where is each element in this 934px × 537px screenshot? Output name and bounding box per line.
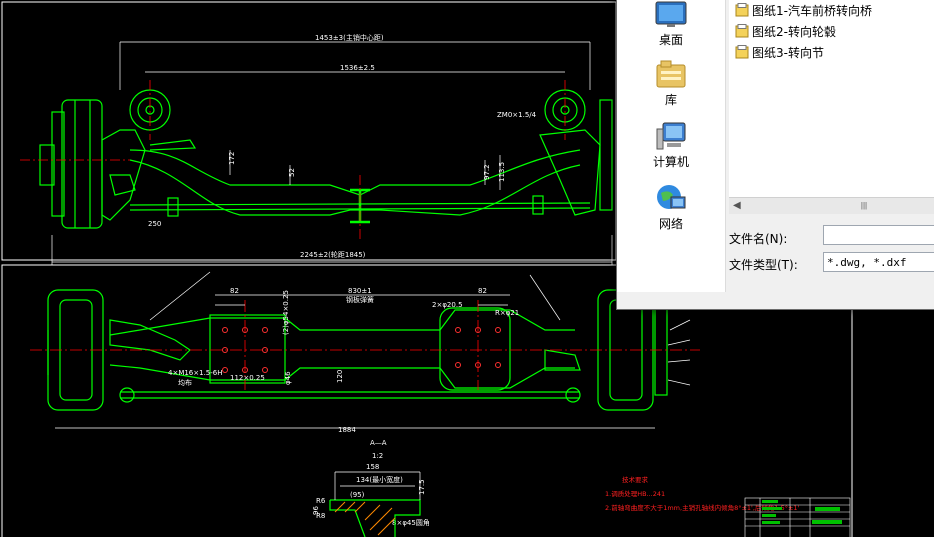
file-open-dialog: 桌面 库 计算机 网络 图纸1-汽车前桥转向桥 图纸2-转向轮毂 图纸3-转向节… (616, 0, 934, 310)
scroll-thumb-grip-icon[interactable]: ||| (849, 201, 879, 211)
dim-97: 97.2 (483, 164, 491, 180)
dim-plan-phi: φ46 (284, 371, 292, 385)
place-desktop[interactable]: 桌面 (617, 1, 725, 48)
network-icon (657, 185, 686, 209)
section-d134: 134(最小宽度) (356, 475, 403, 484)
dim-plan-hole: 2×φ20.5 (432, 301, 463, 309)
section-name: A—A (370, 439, 387, 447)
place-library[interactable]: 库 (617, 59, 725, 108)
dim-plan-830-note: 钢板弹簧 (346, 295, 374, 304)
section-d158: 158 (366, 463, 379, 471)
dwg-file-icon (735, 24, 749, 38)
dim-plan-bolt: 4×M16×1.5-6H (168, 369, 223, 377)
dim-plan-112: 112×0.25 (230, 374, 265, 382)
computer-icon (656, 122, 686, 150)
file-item[interactable]: 图纸2-转向轮毂 (735, 22, 836, 40)
section-chamfer: 8×φ45圆角 (392, 518, 430, 527)
dim-52: 52 (288, 168, 296, 177)
dim-plan-1884: 1884 (338, 426, 356, 434)
file-list: 图纸1-汽车前桥转向桥 图纸2-转向轮毂 图纸3-转向节 (729, 0, 934, 197)
section-scale: 1:2 (372, 452, 383, 460)
dwg-file-icon (735, 45, 749, 59)
place-desktop-label: 桌面 (658, 33, 683, 47)
section-hatch (334, 501, 396, 536)
dim-plan-120: 120 (336, 370, 344, 383)
dwg-file-icon (735, 3, 749, 17)
drawing-frame (1, 1, 617, 261)
dim-plan-bolt-note: 均布 (178, 378, 192, 387)
dim-spring-center: 1536±2.5 (340, 64, 375, 72)
place-network[interactable]: 网络 (617, 183, 725, 232)
dim-250: 250 (148, 220, 161, 228)
dim-track: 2245±2(轮距1845) (300, 250, 366, 259)
dim-172: 172 (228, 152, 236, 165)
section-r6: R6 (316, 497, 326, 505)
file-name: 图纸1-汽车前桥转向桥 (752, 3, 872, 18)
place-network-label: 网络 (658, 217, 683, 231)
place-computer-label: 计算机 (652, 155, 689, 169)
file-item[interactable]: 图纸1-汽车前桥转向桥 (735, 1, 872, 19)
file-name: 图纸3-转向节 (752, 45, 824, 60)
place-library-label: 库 (664, 93, 677, 107)
dim-plan-82a: 82 (230, 287, 239, 295)
library-icon (656, 60, 686, 88)
file-list-horizontal-scrollbar[interactable]: ◀ ||| (729, 197, 934, 214)
place-computer[interactable]: 计算机 (617, 121, 725, 170)
plan-view-centerline (30, 300, 700, 390)
dim-plan-side: (2)φ54×0.25 (282, 290, 290, 335)
dim-113: 113.5 (498, 162, 506, 182)
file-name: 图纸2-转向轮毂 (752, 24, 836, 39)
dim-plan-830: 830±1 (348, 287, 372, 295)
section-r8: R8 (316, 512, 325, 520)
front-view-dimensions (51, 41, 613, 265)
dim-plan-82b: 82 (478, 287, 487, 295)
dim-plan-r: R×φ21 (495, 309, 519, 317)
scroll-left-icon[interactable]: ◀ (733, 200, 741, 211)
file-item[interactable]: 图纸3-转向节 (735, 43, 824, 61)
filename-input[interactable] (823, 225, 934, 245)
notes-line1: 1.调质处理HB...241 (605, 489, 665, 498)
section-d175: 17.5 (418, 479, 426, 495)
dim-thread: ZM0×1.5/4 (497, 111, 537, 119)
section-d95: (95) (350, 491, 365, 499)
filetype-label: 文件类型(T): (729, 258, 798, 272)
notes-title: 技术要求 (622, 475, 649, 484)
filename-label: 文件名(N): (729, 232, 788, 246)
dim-overall-top: 1453±3(主销中心距) (315, 33, 384, 42)
places-bar: 桌面 库 计算机 网络 (617, 0, 726, 292)
filetype-select[interactable]: *.dwg, *.dxf (823, 252, 934, 272)
desktop-icon (655, 1, 687, 27)
